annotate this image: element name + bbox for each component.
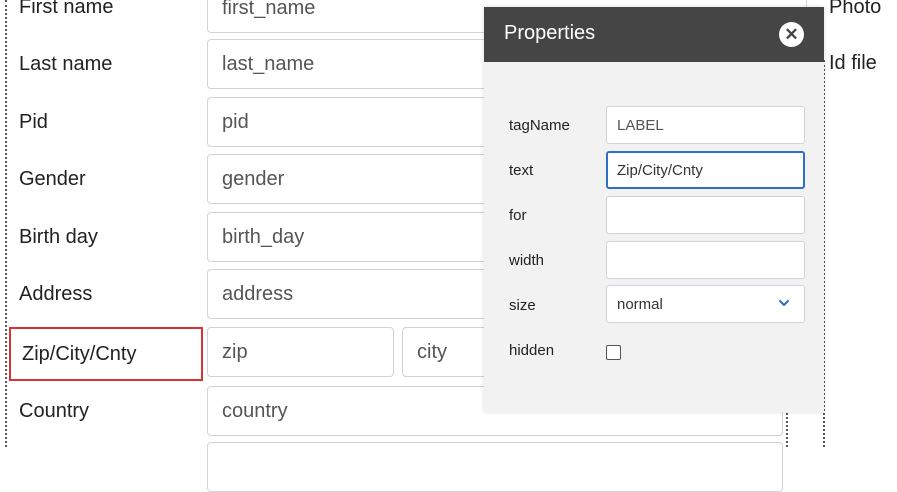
- gender-label[interactable]: Gender: [19, 168, 86, 191]
- next-input[interactable]: [207, 442, 783, 492]
- properties-title: Properties: [504, 22, 596, 44]
- size-label: size: [509, 297, 536, 314]
- photo-label[interactable]: Photo: [829, 0, 881, 19]
- address-label[interactable]: Address: [19, 283, 92, 306]
- pid-label[interactable]: Pid: [19, 111, 48, 134]
- text-field[interactable]: [606, 151, 805, 189]
- width-label: width: [509, 252, 545, 269]
- for-field[interactable]: [606, 196, 805, 234]
- first-name-label[interactable]: First name: [19, 0, 113, 19]
- close-icon[interactable]: ✕: [779, 22, 804, 47]
- hidden-label: hidden: [509, 342, 555, 359]
- hidden-checkbox[interactable]: [606, 345, 621, 360]
- canvas-left-border: [5, 0, 7, 447]
- last-name-label[interactable]: Last name: [19, 53, 112, 76]
- chevron-down-icon: [779, 300, 789, 306]
- for-label: for: [509, 207, 527, 224]
- zip-city-cnty-label[interactable]: Zip/City/Cnty: [22, 343, 136, 366]
- size-select-value: normal: [617, 296, 663, 313]
- tagname-label: tagName: [509, 117, 570, 134]
- text-label: text: [509, 162, 534, 179]
- size-select[interactable]: normal: [606, 285, 805, 323]
- id-file-label[interactable]: Id file: [829, 52, 877, 75]
- country-label[interactable]: Country: [19, 400, 89, 423]
- tagname-field[interactable]: [606, 106, 805, 144]
- properties-header[interactable]: Properties ✕: [484, 7, 824, 62]
- zip-input[interactable]: [207, 327, 394, 377]
- birth-day-label[interactable]: Birth day: [19, 226, 98, 249]
- width-field[interactable]: [606, 241, 805, 279]
- properties-panel: Properties ✕ tagName text for width size…: [484, 7, 824, 412]
